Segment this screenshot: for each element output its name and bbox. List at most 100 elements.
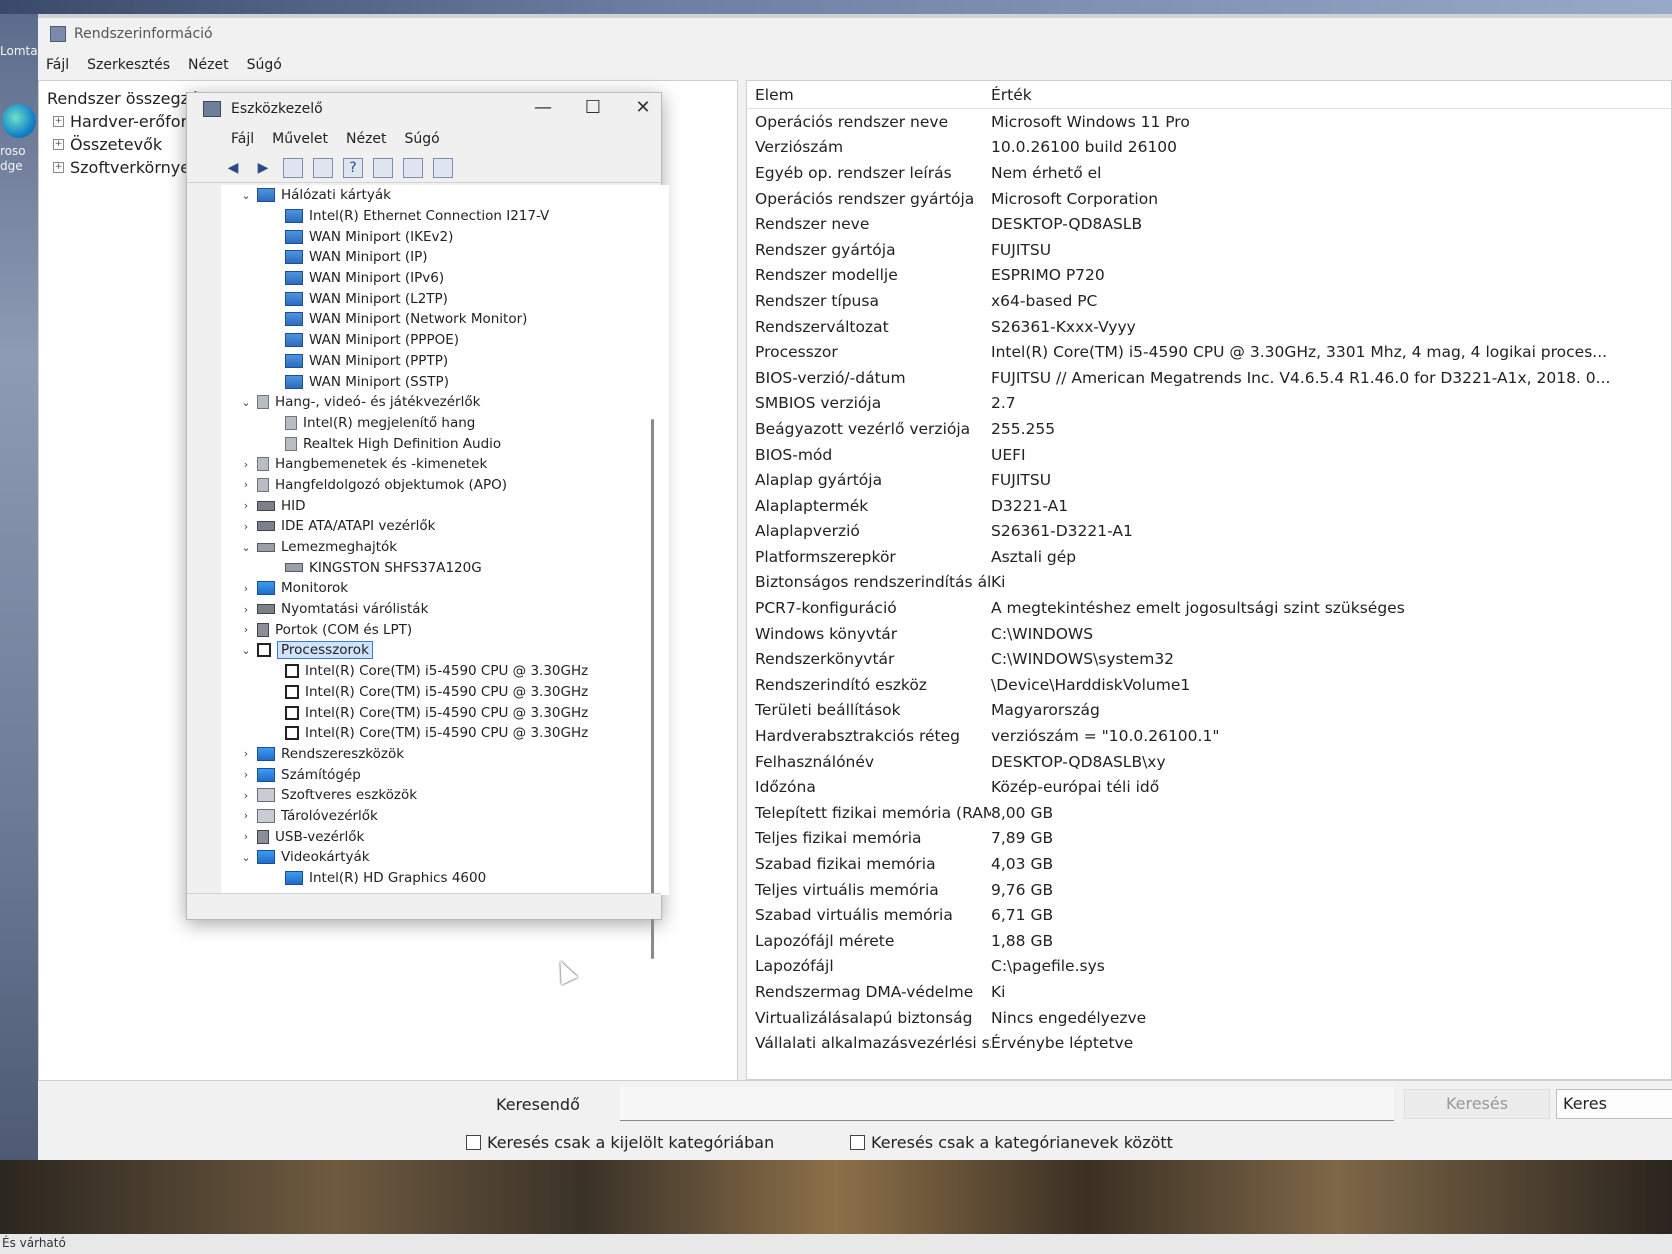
forward-arrow-icon[interactable]: ▶	[253, 158, 273, 178]
search-button-disabled[interactable]: Keresés	[1404, 1089, 1550, 1119]
table-row[interactable]: Alaplaptermék D3221-A1	[747, 493, 1671, 519]
table-row[interactable]: Teljes fizikai memória 7,89 GB	[747, 826, 1671, 852]
device-tree-item[interactable]: ⌄ Videokártyák	[221, 847, 669, 868]
device-tree-item[interactable]: WAN Miniport (PPTP)	[221, 351, 669, 372]
table-row[interactable]: Rendszer gyártója FUJITSU	[747, 237, 1671, 263]
chevron-down-icon[interactable]: ⌄	[239, 396, 253, 409]
device-tree-item[interactable]: WAN Miniport (IP)	[221, 247, 669, 268]
table-row[interactable]: Lapozófájl mérete 1,88 GB	[747, 928, 1671, 954]
chevron-right-icon[interactable]: ›	[239, 520, 253, 533]
table-row[interactable]: Alaplapverzió S26361-D3221-A1	[747, 519, 1671, 545]
device-tree-item[interactable]: › USB-vezérlők	[221, 826, 669, 847]
table-row[interactable]: Szabad fizikai memória 4,03 GB	[747, 851, 1671, 877]
chevron-down-icon[interactable]: ⌄	[239, 541, 253, 554]
table-row[interactable]: Lapozófájl C:\pagefile.sys	[747, 954, 1671, 980]
menu-edit[interactable]: Szerkesztés	[87, 57, 170, 73]
table-row[interactable]: Verziószám 10.0.26100 build 26100	[747, 135, 1671, 161]
device-tree-item[interactable]: ⌄ Lemezmeghajtók	[221, 537, 669, 558]
chevron-right-icon[interactable]: ›	[239, 830, 253, 843]
device-tree-item[interactable]: › Monitorok	[221, 578, 669, 599]
chevron-right-icon[interactable]: ›	[239, 747, 253, 760]
checkbox-box[interactable]	[850, 1135, 865, 1150]
device-tree-item[interactable]: WAN Miniport (L2TP)	[221, 288, 669, 309]
expand-icon[interactable]: +	[53, 116, 64, 127]
expand-icon[interactable]: +	[53, 139, 64, 150]
title-bar[interactable]: Rendszerinformáció	[38, 18, 1672, 50]
table-row[interactable]: Időzóna Közép-európai téli idő	[747, 774, 1671, 800]
table-row[interactable]: Egyéb op. rendszer leírás Nem érhető el	[747, 160, 1671, 186]
device-tree-item[interactable]: › Portok (COM és LPT)	[221, 619, 669, 640]
device-tree-item[interactable]: › Rendszereszközök	[221, 744, 669, 765]
device-tree-scrollbar[interactable]	[651, 419, 654, 959]
chevron-down-icon[interactable]: ⌄	[239, 644, 253, 657]
column-header-value[interactable]: Érték	[991, 86, 1671, 104]
back-arrow-icon[interactable]: ◀	[223, 158, 243, 178]
device-tree-item[interactable]: › Hangfeldolgozó objektumok (APO)	[221, 475, 669, 496]
table-row[interactable]: Virtualizálásalapú biztonság Nincs engedé…	[747, 1005, 1671, 1031]
checkbox-box[interactable]	[466, 1135, 481, 1150]
minimize-button[interactable]: —	[523, 97, 563, 118]
table-row[interactable]: Hardverabsztrakciós réteg verziószám = "1…	[747, 723, 1671, 749]
table-row[interactable]: Beágyazott vezérlő verziója 255.255	[747, 416, 1671, 442]
show-hide-tree-icon[interactable]	[283, 157, 303, 178]
table-row[interactable]: Rendszerindító eszköz \Device\HarddiskVol…	[747, 672, 1671, 698]
edge-icon[interactable]	[2, 104, 36, 138]
device-tree-item[interactable]: Intel(R) Core(TM) i5-4590 CPU @ 3.30GHz	[221, 661, 669, 682]
chevron-right-icon[interactable]: ›	[239, 789, 253, 802]
chevron-down-icon[interactable]: ⌄	[239, 851, 253, 864]
table-row[interactable]: Rendszer neve DESKTOP-QD8ASLB	[747, 211, 1671, 237]
table-row[interactable]: Operációs rendszer neve Microsoft Windows…	[747, 109, 1671, 135]
device-tree-item[interactable]: › HID	[221, 495, 669, 516]
device-tree-item[interactable]: KINGSTON SHFS37A120G	[221, 557, 669, 578]
table-row[interactable]: Vállalati alkalmazásvezérlési sz... Érvén…	[747, 1030, 1671, 1056]
table-row[interactable]: Rendszer típusa x64-based PC	[747, 288, 1671, 314]
table-row[interactable]: Processzor Intel(R) Core(TM) i5-4590 CPU …	[747, 339, 1671, 365]
chevron-right-icon[interactable]: ›	[239, 809, 253, 822]
chevron-right-icon[interactable]: ›	[239, 768, 253, 781]
device-tree-item[interactable]: WAN Miniport (IPv6)	[221, 268, 669, 289]
chevron-right-icon[interactable]: ›	[239, 499, 253, 512]
help-icon[interactable]: ?	[343, 157, 363, 178]
menu-file[interactable]: Fájl	[46, 57, 69, 73]
chevron-right-icon[interactable]: ›	[239, 458, 253, 471]
table-row[interactable]: BIOS-mód UEFI	[747, 442, 1671, 468]
device-tree-item[interactable]: WAN Miniport (Network Monitor)	[221, 309, 669, 330]
dm-menu-action[interactable]: Művelet	[272, 131, 328, 147]
device-tree-item[interactable]: › IDE ATA/ATAPI vezérlők	[221, 516, 669, 537]
device-tree-item[interactable]: Intel(R) Core(TM) i5-4590 CPU @ 3.30GHz	[221, 682, 669, 703]
expand-icon[interactable]: +	[53, 162, 64, 173]
view-icon[interactable]	[373, 157, 393, 178]
table-row[interactable]: Rendszerváltozat S26361-Kxxx-Vyyy	[747, 314, 1671, 340]
table-row[interactable]: SMBIOS verziója 2.7	[747, 391, 1671, 417]
table-row[interactable]: BIOS-verzió/-dátum FUJITSU // American Me…	[747, 365, 1671, 391]
table-row[interactable]: Biztonságos rendszerindítás áll... Ki	[747, 570, 1671, 596]
table-row[interactable]: Alaplap gyártója FUJITSU	[747, 467, 1671, 493]
dm-menu-view[interactable]: Nézet	[346, 131, 387, 147]
search-input[interactable]	[620, 1087, 1394, 1121]
device-tree-item[interactable]: Intel(R) HD Graphics 4600	[221, 868, 669, 889]
dm-menu-file[interactable]: Fájl	[231, 131, 254, 147]
search-button[interactable]: Keres	[1556, 1089, 1672, 1119]
device-tree-item[interactable]: ⌄ Processzorok	[221, 640, 669, 661]
device-tree-item[interactable]: Intel(R) megjelenítő hang	[221, 413, 669, 434]
device-tree-item[interactable]: ⌄ Hang-, videó- és játékvezérlők	[221, 392, 669, 413]
properties-icon[interactable]	[313, 157, 333, 178]
device-tree-item[interactable]: › Számítógép	[221, 764, 669, 785]
table-row[interactable]: Operációs rendszer gyártója Microsoft Cor…	[747, 186, 1671, 212]
table-row[interactable]: Rendszermag DMA-védelme Ki	[747, 979, 1671, 1005]
device-tree-item[interactable]: WAN Miniport (IKEv2)	[221, 226, 669, 247]
scan-hardware-icon[interactable]	[403, 157, 423, 178]
checkbox-selected-category[interactable]: Keresés csak a kijelölt kategóriában	[466, 1133, 774, 1152]
table-row[interactable]: Felhasználónév DESKTOP-QD8ASLB\xy	[747, 749, 1671, 775]
table-row[interactable]: Szabad virtuális memória 6,71 GB	[747, 902, 1671, 928]
table-row[interactable]: Teljes virtuális memória 9,76 GB	[747, 877, 1671, 903]
device-tree-item[interactable]: ⌄ Hálózati kártyák	[221, 185, 669, 206]
maximize-button[interactable]: ☐	[573, 97, 613, 118]
chevron-down-icon[interactable]: ⌄	[239, 189, 253, 202]
device-manager-title-bar[interactable]: Eszközkezelő — ☐ ✕	[187, 93, 661, 125]
device-tree-item[interactable]: › Nyomtatási várólisták	[221, 599, 669, 620]
table-row[interactable]: PCR7-konfiguráció A megtekintéshez emelt …	[747, 595, 1671, 621]
column-header-item[interactable]: Elem	[747, 86, 991, 104]
chevron-right-icon[interactable]: ›	[239, 582, 253, 595]
menu-view[interactable]: Nézet	[188, 57, 229, 73]
